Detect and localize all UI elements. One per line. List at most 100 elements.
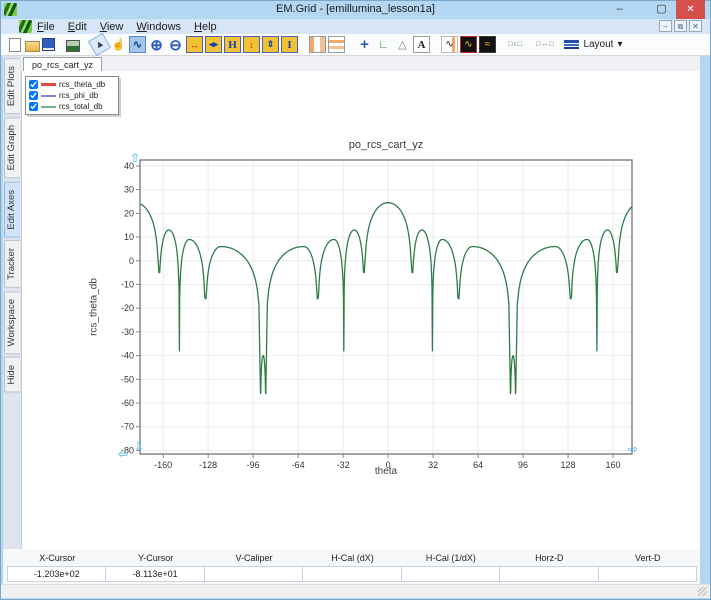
status-col-x-cursor: X-Cursor-1.203e+02 bbox=[8, 551, 106, 582]
column-shade-icon[interactable] bbox=[309, 36, 326, 53]
v-distribute-icon[interactable]: □↕□ bbox=[507, 36, 524, 53]
legend-checkbox-rcs-theta-db[interactable] bbox=[29, 80, 38, 89]
plot-area[interactable]: -160-128-96-64-320326496128160403020100-… bbox=[104, 150, 652, 472]
x-tick-label: -32 bbox=[337, 460, 350, 470]
legend-line-sample bbox=[41, 83, 56, 86]
status-col-header: Horz-D bbox=[500, 551, 598, 566]
legend-line-sample bbox=[41, 95, 56, 97]
maximize-button[interactable]: ▢ bbox=[652, 0, 671, 19]
axis-handle-right-icon[interactable]: ⇨ bbox=[628, 443, 638, 455]
status-col-header: X-Cursor bbox=[8, 551, 106, 566]
title-bar[interactable]: EM.Grid - [emillumina_lesson1a] – ▢ ✕ bbox=[0, 0, 711, 19]
status-col-value: -1.203e+02 bbox=[7, 566, 106, 582]
v-expand-icon[interactable]: ↕ bbox=[243, 36, 260, 53]
status-col-header: Vert-D bbox=[599, 551, 697, 566]
y-tick-label: -20 bbox=[121, 303, 134, 313]
status-col-h-cal-dx: H-Cal (dX) bbox=[303, 551, 401, 582]
menu-item-view[interactable]: View bbox=[100, 21, 124, 33]
menu-items: File Edit View Windows Help bbox=[37, 19, 217, 34]
menu-item-file[interactable]: File bbox=[37, 21, 55, 33]
minimize-button[interactable]: – bbox=[610, 0, 629, 19]
legend-label: rcs_total_db bbox=[59, 102, 103, 111]
axis-handle-down-icon[interactable]: ⇩ bbox=[134, 441, 144, 453]
export-plot-icon[interactable]: ∿ bbox=[441, 36, 458, 53]
sidebar-tab-workspace[interactable]: Workspace bbox=[4, 291, 20, 354]
sidebar-tab-strip: Edit Plots Edit Graph Edit Axes Tracker Work… bbox=[3, 56, 21, 549]
new-document-icon[interactable] bbox=[9, 38, 21, 52]
status-col-value bbox=[598, 566, 697, 582]
x-tick-label: -160 bbox=[154, 460, 172, 470]
save-icon[interactable] bbox=[42, 38, 55, 51]
legend-checkbox-rcs-phi-db[interactable] bbox=[29, 91, 38, 100]
axis-handle-left-icon[interactable]: ⇦ bbox=[118, 448, 128, 460]
y-tick-label: -10 bbox=[121, 279, 134, 289]
mdi-close-button[interactable]: ✕ bbox=[689, 20, 702, 32]
y-tick-label: 10 bbox=[124, 232, 134, 242]
status-col-vert-d: Vert-D bbox=[599, 551, 697, 582]
pan-hand-icon[interactable]: ☝ bbox=[110, 36, 127, 53]
mdi-minimize-button[interactable]: – bbox=[659, 20, 672, 32]
h-expand-icon[interactable]: ↔ bbox=[186, 36, 203, 53]
plot-tab-bar: po_rcs_cart_yz bbox=[21, 56, 700, 72]
text-annotation-icon[interactable]: A bbox=[413, 36, 430, 53]
dark-plot-icon[interactable]: ∿ bbox=[460, 36, 477, 53]
row-shade-icon[interactable] bbox=[328, 36, 345, 53]
resize-grip[interactable] bbox=[698, 587, 707, 596]
y-tick-label: 0 bbox=[129, 256, 134, 266]
axis-handle-up-icon[interactable]: ⇧ bbox=[130, 152, 140, 164]
layout-button[interactable]: Layout ▾ bbox=[564, 39, 622, 50]
zoom-in-icon[interactable]: ⊕ bbox=[148, 36, 165, 53]
zoom-out-icon[interactable]: ⊖ bbox=[167, 36, 184, 53]
status-col-value bbox=[499, 566, 598, 582]
status-col-y-cursor: Y-Cursor-8.113e+01 bbox=[106, 551, 204, 582]
menu-item-help[interactable]: Help bbox=[194, 21, 217, 33]
rcs-total-curve bbox=[141, 203, 632, 394]
legend-checkbox-rcs-total-db[interactable] bbox=[29, 102, 38, 111]
h-arrows-icon[interactable]: ◂▸ bbox=[205, 36, 222, 53]
toolbar: ▲☝∿⊕⊖↔◂▸H↕⇕I+∟△A∿∿≈□↕□□↔□ Layout ▾ bbox=[1, 34, 710, 56]
legend-row-rcs-total-db[interactable]: rcs_total_db bbox=[29, 101, 115, 112]
y-tick-label: -50 bbox=[121, 374, 134, 384]
legend-line-sample bbox=[41, 106, 56, 108]
mdi-restore-button[interactable]: ⧉ bbox=[674, 20, 687, 32]
sidebar-tab-tracker[interactable]: Tracker bbox=[4, 240, 20, 288]
status-col-value bbox=[401, 566, 500, 582]
print-icon[interactable] bbox=[66, 40, 80, 52]
menu-item-edit[interactable]: Edit bbox=[68, 21, 87, 33]
x-axis-label: theta bbox=[375, 466, 397, 477]
window-title: EM.Grid - [emillumina_lesson1a] bbox=[0, 3, 711, 15]
tracker-axes-icon[interactable]: ∟ bbox=[375, 36, 392, 53]
v-arrows-icon[interactable]: ⇕ bbox=[262, 36, 279, 53]
dark-plot2-icon[interactable]: ≈ bbox=[479, 36, 496, 53]
sidebar-tab-edit-graph[interactable]: Edit Graph bbox=[4, 117, 20, 178]
legend-box[interactable]: rcs_theta_dbrcs_phi_dbrcs_total_db bbox=[25, 76, 119, 115]
status-col-header: V-Caliper bbox=[205, 551, 303, 566]
status-col-header: Y-Cursor bbox=[106, 551, 204, 566]
delta-caliper-icon[interactable]: △ bbox=[394, 36, 411, 53]
open-folder-icon[interactable] bbox=[25, 41, 40, 52]
y-tick-label: 30 bbox=[124, 185, 134, 195]
v-fit-icon[interactable]: I bbox=[281, 36, 298, 53]
toolbar-icons: ▲☝∿⊕⊖↔◂▸H↕⇕I+∟△A∿∿≈□↕□□↔□ bbox=[6, 36, 556, 53]
sidebar-tab-edit-plots[interactable]: Edit Plots bbox=[4, 58, 20, 114]
h-distribute-icon[interactable]: □↔□ bbox=[535, 36, 555, 53]
y-axis-label: rcs_theta_db bbox=[89, 278, 100, 336]
status-col-horz-d: Horz-D bbox=[500, 551, 598, 582]
status-col-header: H-Cal (dX) bbox=[303, 551, 401, 566]
h-fit-icon[interactable]: H bbox=[224, 36, 241, 53]
mdi-window-buttons: – ⧉ ✕ bbox=[659, 20, 702, 32]
select-cursor-icon[interactable]: ▲ bbox=[88, 33, 111, 56]
legend-label: rcs_theta_db bbox=[59, 80, 105, 89]
close-button[interactable]: ✕ bbox=[676, 0, 705, 19]
x-tick-label: 96 bbox=[518, 460, 528, 470]
sidebar-tab-edit-axes[interactable]: Edit Axes bbox=[4, 182, 20, 238]
sidebar-tab-hide[interactable]: Hide bbox=[4, 357, 20, 393]
legend-row-rcs-theta-db[interactable]: rcs_theta_db bbox=[29, 79, 115, 90]
legend-row-rcs-phi-db[interactable]: rcs_phi_db bbox=[29, 90, 115, 101]
pan-plot-icon[interactable]: ∿ bbox=[129, 36, 146, 53]
plot-tab-po-rcs-cart-yz[interactable]: po_rcs_cart_yz bbox=[23, 57, 102, 71]
menu-item-windows[interactable]: Windows bbox=[136, 21, 181, 33]
app-window: EM.Grid - [emillumina_lesson1a] – ▢ ✕ Fi… bbox=[0, 0, 711, 600]
status-col-v-caliper: V-Caliper bbox=[205, 551, 303, 582]
crosshair-icon[interactable]: + bbox=[356, 36, 373, 53]
